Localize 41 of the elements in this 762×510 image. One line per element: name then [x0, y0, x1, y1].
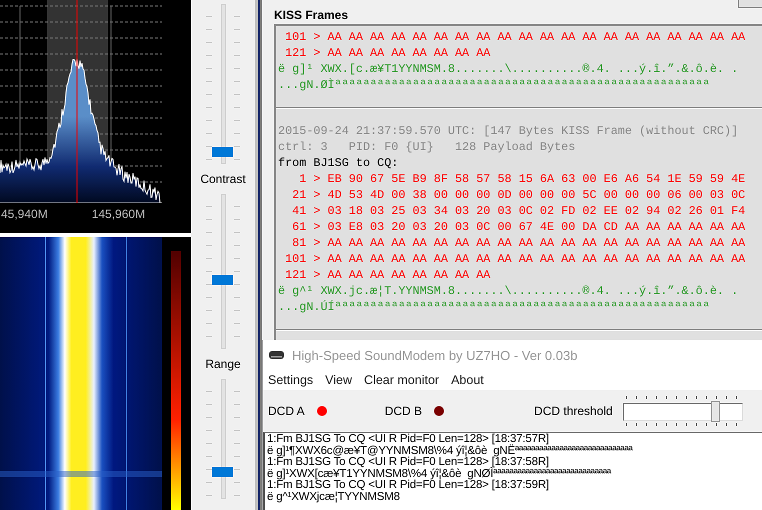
frame-header-line: 2015-09-24 21:37:59.570 UTC: [147 Bytes KISS Frame (without CRC)]	[278, 123, 740, 139]
monitor-line: 1:Fm BJ1SG To CQ <UI R Pid=F0 Len=128> [18:37:57R]	[267, 434, 549, 445]
ascii-dump-line: ë g]¹ XWX.[c.æ¥T1YYNMSM.8.......\..........®.4. ...ý.î.”.&.ô.è. .	[278, 61, 740, 77]
ascii-dump-line: ...gN.ÚÍªªªªªªªªªªªªªªªªªªªªªªªªªªªªªªªªªªªªªªªªªªªªªªªªªªªªª	[278, 299, 711, 315]
monitor-line: ë g^¹XWXjcæ¦TYYNMSM8	[267, 492, 401, 504]
menu-item[interactable]: About	[451, 373, 484, 387]
monitor-line: 1:Fm BJ1SG To CQ <UI R Pid=F0 Len=128> [18:37:58R]	[267, 457, 549, 468]
slider-thumb[interactable]	[212, 467, 233, 477]
hex-dump-line: 121 > AA AA AA AA AA AA AA AA	[284, 45, 492, 61]
hex-dump-line: 21 > 4D 53 4D 00 38 00 00 00 0D 00 00 00 5C 00 00 00 06 00 03 0C	[291, 187, 746, 203]
menu-item[interactable]: Clear monitor	[364, 373, 440, 387]
hex-dump-line: 1 > EB 90 67 5E B9 8F 58 57 58 15 6A 63 00 E6 A6 54 1E 59 59 4E	[298, 171, 746, 187]
hex-dump-line: 41 > 03 18 03 25 03 34 03 20 03 0C 02 FD 02 EE 02 94 02 26 01 F4	[291, 203, 746, 219]
frequency-label: 145,960M	[92, 207, 146, 221]
frame-address-line: from BJ1SG to CQ:	[278, 155, 400, 171]
modem-icon	[269, 351, 284, 359]
dcd-label: DCD B	[384, 404, 422, 418]
hex-dump-line: 81 > AA AA AA AA AA AA AA AA AA AA AA AA AA AA AA AA AA AA AA AA	[291, 235, 746, 251]
hex-dump-line: 101 > AA AA AA AA AA AA AA AA AA AA AA AA AA AA AA AA AA AA AA AA	[284, 251, 746, 267]
frame-header-line: ctrl: 3 PID: F0 {UI} 128 Payload Bytes	[278, 139, 576, 155]
slider-thumb[interactable]	[212, 146, 233, 156]
ascii-dump-line: ë g^¹ XWX.jc.æ¦T.YYNMSM.8.......\..........®.4. ...ý.î.”.&.ô.è. .	[278, 283, 740, 299]
window-button[interactable]	[738, 0, 762, 8]
dcd-label: DCD A	[268, 404, 305, 418]
threshold-label: DCD threshold	[534, 404, 613, 418]
hex-dump-line: 101 > AA AA AA AA AA AA AA AA AA AA AA AA AA AA AA AA AA AA AA AA	[284, 29, 746, 45]
monitor-line: 1:Fm BJ1SG To CQ <UI R Pid=F0 Len=128> [18:37:59R]	[267, 480, 549, 492]
slider-label: Range	[205, 357, 241, 371]
hex-dump-line: 121 > AA AA AA AA AA AA AA AA	[284, 267, 492, 283]
window-title: High-Speed SoundModem by UZ7HO - Ver 0.03b	[292, 348, 578, 362]
slider-thumb[interactable]	[212, 275, 233, 286]
slider-thumb[interactable]	[710, 401, 720, 422]
menu-item[interactable]: Settings	[268, 373, 314, 387]
group-title: KISS Frames	[273, 8, 350, 22]
slider-label: Contrast	[200, 172, 246, 186]
ascii-dump-line: ...gN.ØÌªªªªªªªªªªªªªªªªªªªªªªªªªªªªªªªªªªªªªªªªªªªªªªªªªªªªª	[278, 77, 711, 93]
monitor-line: ë g]¹¶XWX6c@æ¥T@YYNMSM8\%4 ýî¦&ôè gNËªªªªªªªªªªªªªªªªªªªªªªªªªªªªª	[267, 446, 634, 457]
monitor-line: ë g]¹XWX[cæ¥T1YYNMSM8\%4 ýî¦&ôè gNØÌªªªªªªªªªªªªªªªªªªªªªªªªªªªªª	[267, 468, 612, 480]
frequency-label: 45,940M	[1, 207, 48, 221]
menu-item[interactable]: View	[325, 373, 352, 387]
hex-dump-line: 61 > 03 E8 03 20 03 20 03 0C 00 67 4E 00 DA CD AA AA AA AA AA AA	[291, 219, 746, 235]
